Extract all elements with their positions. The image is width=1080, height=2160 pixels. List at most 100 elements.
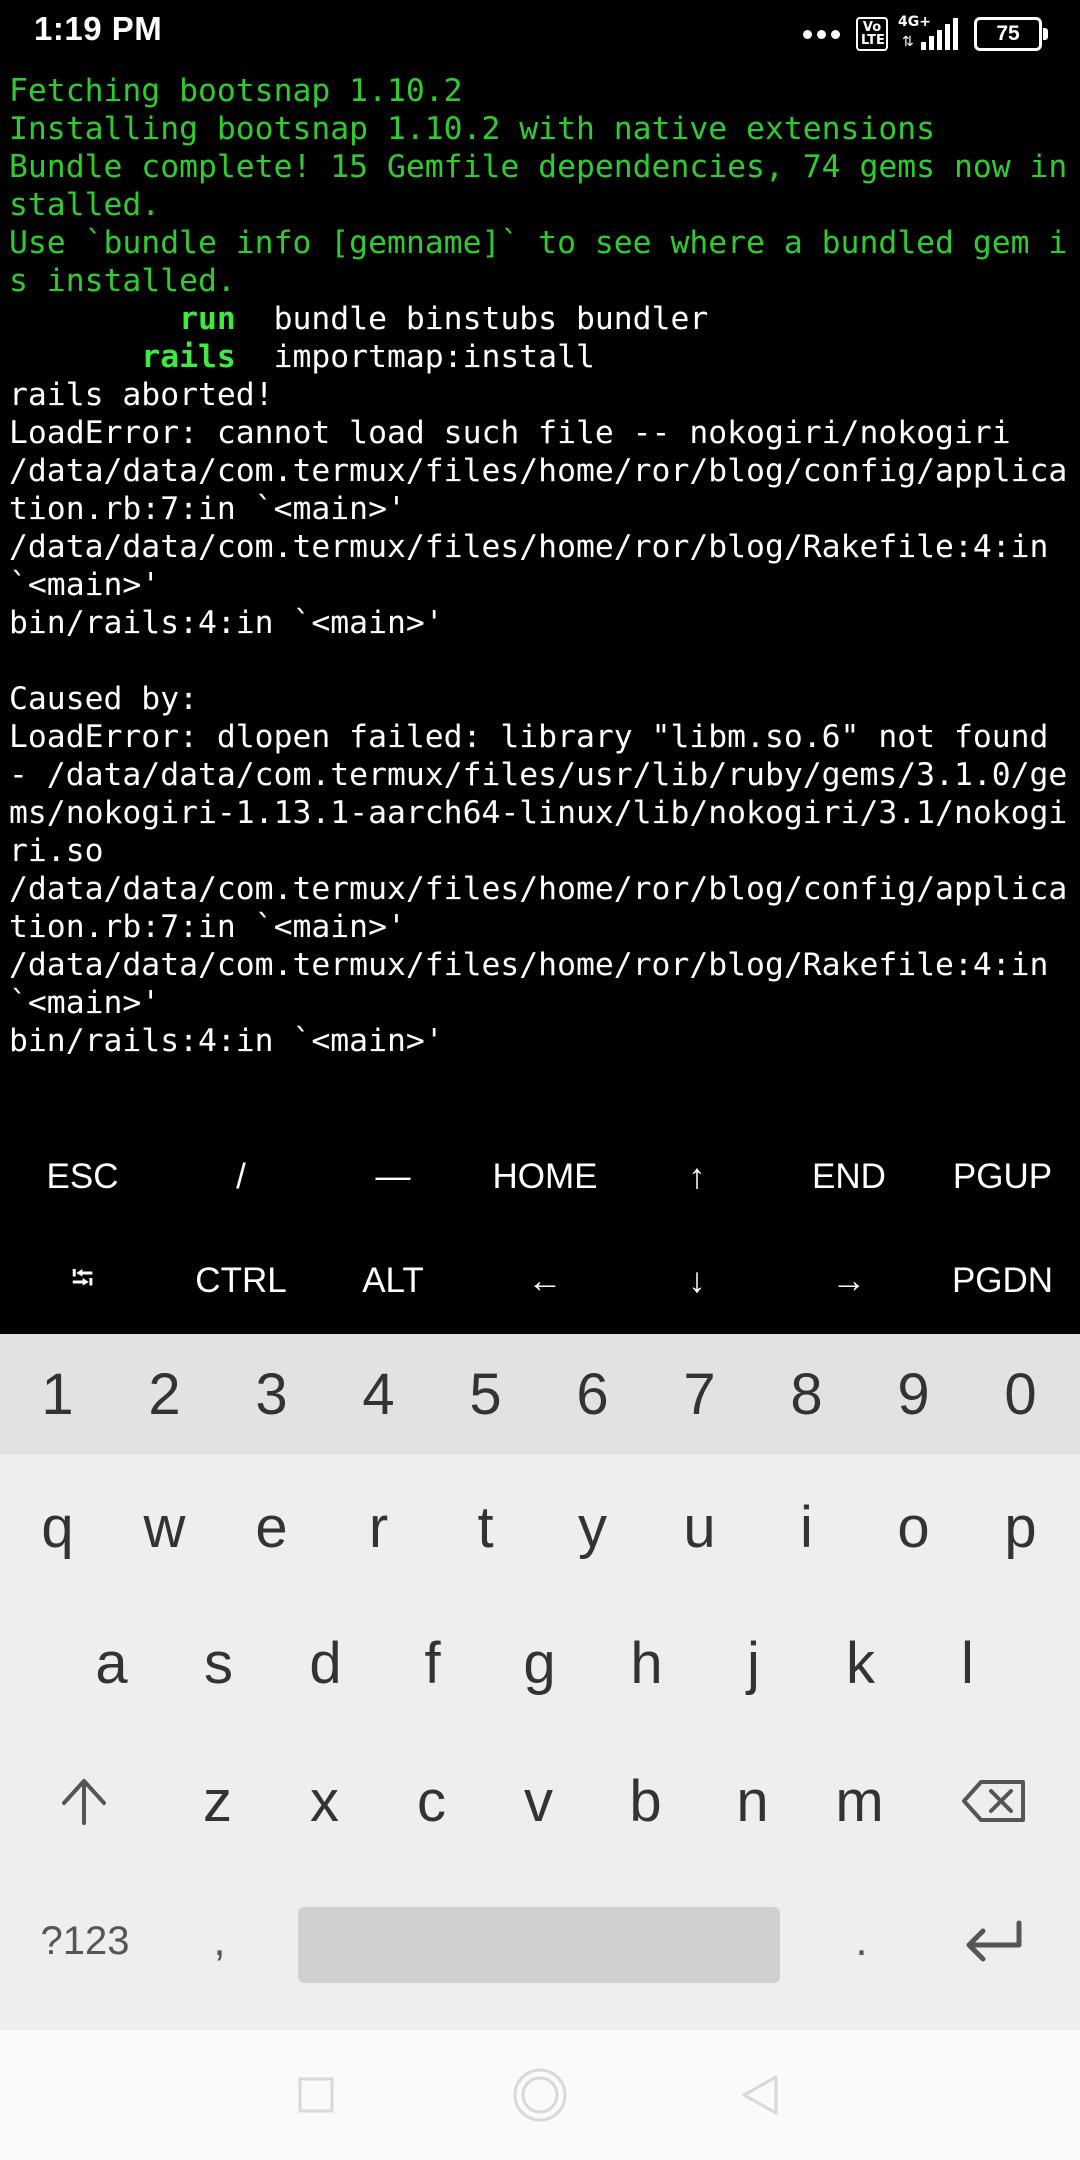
terminal-line-status: run <box>9 301 236 337</box>
key-s[interactable]: s <box>165 1603 272 1723</box>
key-f[interactable]: f <box>379 1603 486 1723</box>
terminal-line: Bundle complete! 15 Gemfile dependencies… <box>9 148 1074 186</box>
extra-key[interactable]: → <box>773 1231 925 1331</box>
shift-key[interactable] <box>30 1741 137 1861</box>
key-3[interactable]: 3 <box>218 1334 325 1454</box>
extra-key[interactable]: ALT <box>317 1231 469 1331</box>
terminal-line: tion.rb:7:in `<main>' <box>9 908 1074 946</box>
extra-key[interactable]: ⭾ <box>0 1231 165 1331</box>
key-5[interactable]: 5 <box>432 1334 539 1454</box>
extra-key[interactable]: PGUP <box>925 1127 1080 1227</box>
terminal-line-text: `<main>' <box>9 985 161 1021</box>
key-b[interactable]: b <box>592 1741 699 1861</box>
terminal-line: tion.rb:7:in `<main>' <box>9 490 1074 528</box>
extra-key[interactable]: ↑ <box>621 1127 773 1227</box>
extra-key[interactable]: PGDN <box>925 1231 1080 1331</box>
key-p[interactable]: p <box>967 1467 1074 1587</box>
terminal-line: s installed. <box>9 262 1074 300</box>
home-button[interactable] <box>505 2060 575 2130</box>
key-t[interactable]: t <box>432 1467 539 1587</box>
shift-icon <box>61 1779 106 1825</box>
volte-icon: Vo LTE <box>856 17 888 51</box>
key-2[interactable]: 2 <box>111 1334 218 1454</box>
keyboard-row-2: asdfghjkl <box>0 1603 1080 1723</box>
symbols-key[interactable]: ?123 <box>20 1881 150 2001</box>
key-v[interactable]: v <box>485 1741 592 1861</box>
extra-keys-row-2: ⭾ CTRL ALT ← ↓ → PGDN <box>0 1231 1080 1331</box>
key-q[interactable]: q <box>4 1467 111 1587</box>
key-x[interactable]: x <box>271 1741 378 1861</box>
key-4[interactable]: 4 <box>325 1334 432 1454</box>
terminal-line: Use `bundle info [gemname]` to see where… <box>9 224 1074 262</box>
keyboard-row-1: qwertyuiop <box>0 1467 1080 1587</box>
recents-icon <box>298 2077 334 2113</box>
key-8[interactable]: 8 <box>753 1334 860 1454</box>
enter-key[interactable] <box>940 1881 1047 2001</box>
terminal-line: stalled. <box>9 186 1074 224</box>
comma-key[interactable]: , <box>166 1881 273 2001</box>
back-button[interactable] <box>725 2060 795 2130</box>
number-row: 1234567890 <box>0 1334 1080 1454</box>
key-n[interactable]: n <box>699 1741 806 1861</box>
key-7[interactable]: 7 <box>646 1334 753 1454</box>
extra-key[interactable]: CTRL <box>165 1231 317 1331</box>
key-a[interactable]: a <box>58 1603 165 1723</box>
terminal-line-text: `<main>' <box>9 567 161 603</box>
terminal-line: run bundle binstubs bundler <box>9 300 1074 338</box>
terminal-line: rails aborted! <box>9 376 1074 414</box>
extra-keys-bar: ESC / — HOME ↑ END PGUP ⭾ CTRL ALT ← ↓ → PGDN <box>0 1127 1080 1332</box>
extra-key[interactable]: / <box>165 1127 317 1227</box>
terminal-line-text: rails aborted! <box>9 377 274 413</box>
key-m[interactable]: m <box>806 1741 913 1861</box>
terminal-line: `<main>' <box>9 984 1074 1022</box>
extra-key[interactable]: ↓ <box>621 1231 773 1331</box>
terminal-line: bin/rails:4:in `<main>' <box>9 604 1074 642</box>
terminal-line: /data/data/com.termux/files/home/ror/blo… <box>9 946 1074 984</box>
enter-icon <box>966 1920 1021 1962</box>
key-r[interactable]: r <box>325 1467 432 1587</box>
extra-key[interactable]: HOME <box>469 1127 621 1227</box>
terminal-line: ms/nokogiri-1.13.1-aarch64-linux/lib/nok… <box>9 794 1074 832</box>
key-i[interactable]: i <box>753 1467 860 1587</box>
key-g[interactable]: g <box>486 1603 593 1723</box>
terminal-line: bin/rails:4:in `<main>' <box>9 1022 1074 1060</box>
key-e[interactable]: e <box>218 1467 325 1587</box>
terminal-line: Caused by: <box>9 680 1074 718</box>
extra-key[interactable]: ESC <box>0 1127 165 1227</box>
key-l[interactable]: l <box>914 1603 1021 1723</box>
key-w[interactable]: w <box>111 1467 218 1587</box>
terminal-line: LoadError: dlopen failed: library "libm.… <box>9 718 1074 756</box>
home-icon <box>513 2068 567 2122</box>
key-z[interactable]: z <box>164 1741 271 1861</box>
terminal-line-text: /data/data/com.termux/files/home/ror/blo… <box>9 947 1049 983</box>
key-h[interactable]: h <box>593 1603 700 1723</box>
terminal-line-text: stalled. <box>9 187 161 223</box>
key-c[interactable]: c <box>378 1741 485 1861</box>
extra-key[interactable]: — <box>317 1127 469 1227</box>
recents-button[interactable] <box>281 2060 351 2130</box>
extra-key[interactable]: END <box>773 1127 925 1227</box>
key-y[interactable]: y <box>539 1467 646 1587</box>
key-j[interactable]: j <box>700 1603 807 1723</box>
key-u[interactable]: u <box>646 1467 753 1587</box>
backspace-key[interactable] <box>940 1741 1047 1861</box>
terminal-line-text: /data/data/com.termux/files/home/ror/blo… <box>9 871 1068 907</box>
key-d[interactable]: d <box>272 1603 379 1723</box>
terminal-output[interactable]: Fetching bootsnap 1.10.2 Installing boots… <box>9 72 1074 1072</box>
key-1[interactable]: 1 <box>4 1334 111 1454</box>
extra-key[interactable]: ← <box>469 1231 621 1331</box>
terminal-line-text: /data/data/com.termux/files/home/ror/blo… <box>9 453 1068 489</box>
terminal-line: `<main>' <box>9 566 1074 604</box>
backspace-icon <box>961 1780 1025 1822</box>
key-6[interactable]: 6 <box>539 1334 646 1454</box>
key-o[interactable]: o <box>860 1467 967 1587</box>
key-9[interactable]: 9 <box>860 1334 967 1454</box>
key-0[interactable]: 0 <box>967 1334 1074 1454</box>
space-bar[interactable] <box>298 1907 780 1983</box>
key-k[interactable]: k <box>807 1603 914 1723</box>
period-key[interactable]: . <box>808 1881 915 2001</box>
terminal-line: /data/data/com.termux/files/home/ror/blo… <box>9 528 1074 566</box>
status-icons: Vo LTE 4G+ ⇅ 75 <box>803 14 1048 54</box>
terminal-line: ri.so <box>9 832 1074 870</box>
